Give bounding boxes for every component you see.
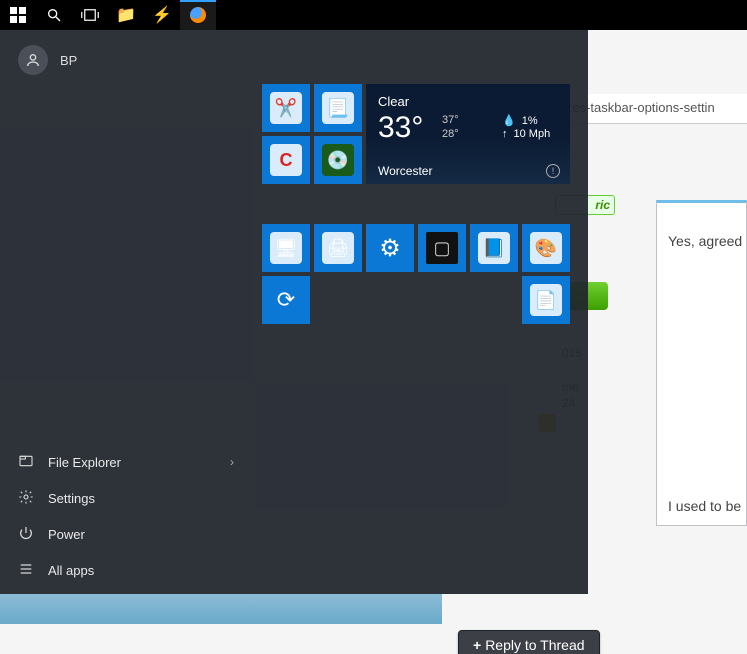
snipping-tool-tile[interactable]: ✂️	[262, 84, 310, 132]
menu-item-label: All apps	[48, 563, 94, 578]
control-panel-icon: 🖥	[270, 232, 302, 264]
weather-low: 28°	[442, 128, 459, 140]
palette-icon: 🎨	[530, 232, 562, 264]
weather-high: 37°	[442, 114, 459, 126]
menu-item-label: File Explorer	[48, 455, 121, 470]
settings-menu-item[interactable]: Settings	[0, 480, 250, 516]
active-app-indicator	[180, 0, 216, 2]
run-tile[interactable]: 📄	[522, 276, 570, 324]
restart-tile[interactable]: ⟳	[262, 276, 310, 324]
file-explorer-menu-item[interactable]: File Explorer ›	[0, 444, 250, 480]
paint-tile[interactable]: 🎨	[522, 224, 570, 272]
scissors-icon: ✂️	[270, 92, 302, 124]
notepad-tile[interactable]: 📘	[470, 224, 518, 272]
run-dialog-icon: 📄	[530, 284, 562, 316]
power-menu-item[interactable]: Power	[0, 516, 250, 552]
gear-icon: ⚙	[374, 232, 406, 264]
file-explorer-taskbar[interactable]: 📁	[108, 0, 144, 30]
disc-app-tile[interactable]: 💿	[314, 136, 362, 184]
start-menu-shadow	[0, 594, 442, 624]
settings-gear-icon	[18, 489, 34, 508]
weather-tile[interactable]: Clear 33° 37° 28° 💧1% ↑10 Mph Worcester …	[366, 84, 570, 184]
lightning-icon: ⚡	[152, 5, 172, 25]
user-avatar-icon	[18, 45, 48, 75]
weather-city: Worcester	[378, 164, 432, 178]
cmd-tile[interactable]: ▢	[418, 224, 466, 272]
services-tile[interactable]: ⚙	[366, 224, 414, 272]
power-icon	[18, 525, 34, 544]
refresh-icon: ⟳	[270, 284, 302, 316]
firefox-taskbar[interactable]	[180, 0, 216, 30]
search-button[interactable]	[36, 0, 72, 30]
address-bar-fragment[interactable]: res-taskbar-options-settin	[560, 94, 747, 124]
all-apps-icon	[18, 561, 34, 580]
reply-to-thread-button[interactable]: +Reply to Thread	[458, 630, 600, 654]
weather-wind: ↑10 Mph	[502, 128, 550, 140]
notepad-icon: 📘	[478, 232, 510, 264]
plus-icon: +	[473, 637, 481, 653]
document-icon: 📃	[322, 92, 354, 124]
weather-precip: 💧1%	[502, 114, 538, 127]
start-menu-left-column: BP File Explorer › Settings Power All ap…	[0, 30, 250, 594]
menu-item-label: Power	[48, 527, 85, 542]
ccleaner-icon: C	[270, 144, 302, 176]
start-menu: BP File Explorer › Settings Power All ap…	[0, 30, 588, 594]
reply-button-label: Reply to Thread	[485, 637, 584, 653]
ccleaner-tile[interactable]: C	[262, 136, 310, 184]
wind-arrow-icon: ↑	[502, 128, 508, 140]
taskbar: 📁 ⚡	[0, 0, 747, 30]
task-view-button[interactable]	[72, 0, 108, 30]
disc-icon: 💿	[322, 144, 354, 176]
user-name-label: BP	[60, 53, 77, 68]
comment-text-1: Yes, agreed	[668, 233, 742, 249]
chevron-right-icon: ›	[230, 455, 234, 469]
all-apps-menu-item[interactable]: All apps	[0, 552, 250, 588]
terminal-icon: ▢	[426, 232, 458, 264]
printers-tile[interactable]: 🖨	[314, 224, 362, 272]
control-panel-tile[interactable]: 🖥	[262, 224, 310, 272]
printer-icon: 🖨	[322, 232, 354, 264]
info-icon[interactable]: !	[546, 164, 560, 178]
menu-item-label: Settings	[48, 491, 95, 506]
scanner-tile[interactable]: 📃	[314, 84, 362, 132]
winamp-taskbar[interactable]: ⚡	[144, 0, 180, 30]
file-explorer-icon	[18, 453, 34, 472]
comment-text-2: I used to be	[668, 498, 741, 514]
user-account-button[interactable]: BP	[0, 30, 250, 90]
firefox-icon	[190, 7, 206, 23]
start-button[interactable]	[0, 0, 36, 30]
droplet-icon: 💧	[502, 115, 516, 127]
weather-condition: Clear	[378, 94, 558, 109]
folder-icon: 📁	[116, 5, 136, 25]
